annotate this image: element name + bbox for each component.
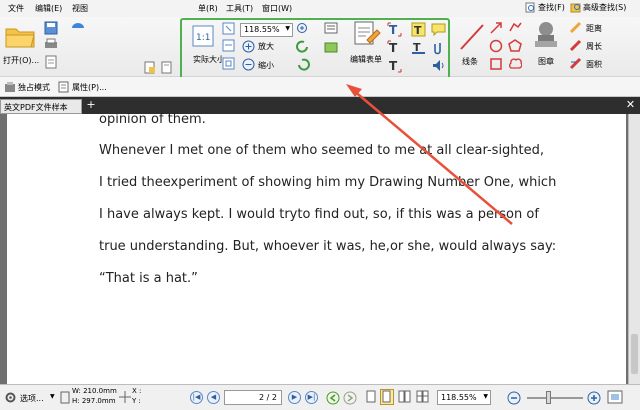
page-number-input[interactable]: 2 / 2 [224,390,282,405]
pdf-page: opinion of them. Whenever I met one of t… [7,112,626,384]
advanced-find-icon [570,2,581,13]
menu-file[interactable]: 文件 [8,3,24,14]
stamp-icon[interactable] [532,20,560,52]
exclusive-mode-icon[interactable] [4,81,16,93]
print-icon[interactable] [44,38,58,50]
cloud-tool-icon[interactable] [508,57,522,71]
select-text-icon[interactable] [143,61,157,75]
advanced-find-label: 高级查找(S) [583,3,627,12]
fit-window-icon[interactable] [607,389,623,405]
first-page-button[interactable]: |◀ [190,391,203,404]
open-label[interactable]: 打开(O)... [3,55,39,66]
facing-pages-icon[interactable] [398,390,412,404]
continuous-facing-icon[interactable] [416,390,430,404]
find-icon [525,2,536,13]
page-height: H: 297.0mm [72,397,116,405]
last-page-button[interactable]: ▶| [305,391,318,404]
area-icon[interactable] [569,57,583,70]
continuous-page-icon[interactable] [380,389,394,405]
options-gear-icon[interactable] [4,391,17,404]
menu-view[interactable]: 视图 [72,3,88,14]
polygon-tool-icon[interactable] [508,39,522,53]
scan-icon[interactable] [70,20,86,32]
perimeter-icon[interactable] [569,39,583,52]
stamp-label[interactable]: 图章 [538,56,554,67]
line-label[interactable]: 线条 [462,56,478,67]
scrollbar-thumb[interactable] [631,334,638,374]
text-line: “That is a hat.” [99,271,198,286]
secondary-toolbar: 独占模式 属性(P)... [0,77,640,97]
text-line: Whenever I met one of them who seemed to… [99,143,545,158]
status-zoom-value: 118.55% [441,393,477,402]
distance-icon[interactable] [569,21,583,34]
properties-label[interactable]: 属性(P)... [72,82,107,93]
menu-form[interactable]: 单(R) [198,3,218,14]
polyline-tool-icon[interactable] [508,21,522,35]
properties-icon[interactable] [58,81,70,93]
previous-page-button[interactable]: ◀ [207,391,220,404]
zoom-slider-track[interactable] [527,397,583,399]
document-icon[interactable] [44,55,58,69]
ellipse-tool-icon[interactable] [489,39,503,53]
page-icon[interactable] [160,61,174,75]
open-folder-icon[interactable] [5,24,35,48]
save-icon[interactable] [44,21,58,35]
cursor-y: Y : [132,397,141,405]
text-line: I have always kept. I would tryto find o… [99,207,539,222]
chevron-down-icon: ▼ [483,393,488,400]
page-width: W: 210.0mm [72,387,117,395]
next-page-button[interactable]: ▶ [288,391,301,404]
status-zoom-input[interactable]: 118.55% ▼ [437,390,491,405]
zoom-in-icon[interactable] [587,391,601,405]
line-tool-icon[interactable] [458,22,486,52]
distance-label[interactable]: 距离 [586,23,602,34]
page-size-icon [60,391,70,404]
cursor-x: X : [132,387,142,395]
menu-tools[interactable]: 工具(T) [226,3,253,14]
page-number-value: 2 / 2 [259,393,277,402]
vertical-scrollbar[interactable] [628,114,640,384]
menu-window[interactable]: 窗口(W) [262,3,292,14]
find-label: 查找(F) [538,3,565,12]
text-line: opinion of them. [99,112,206,127]
area-label[interactable]: 面积 [586,59,602,70]
menu-edit[interactable]: 编辑(E) [35,3,62,14]
new-tab-icon[interactable]: + [85,99,97,111]
document-view: opinion of them. Whenever I met one of t… [0,112,640,384]
back-icon[interactable] [326,391,340,405]
text-line: true understanding. But, whoever it was,… [99,239,557,254]
crosshair-icon [119,391,131,403]
zoom-slider-thumb[interactable] [546,391,551,404]
perimeter-label[interactable]: 周长 [586,41,602,52]
zoom-out-icon[interactable] [507,391,521,405]
document-tab-bar: 英文PDF文件样本 + ✕ [0,97,640,114]
arrow-tool-icon[interactable] [489,21,503,35]
find-button[interactable]: 查找(F) [525,2,565,13]
forward-icon[interactable] [343,391,357,405]
advanced-find-button[interactable]: 高级查找(S) [570,2,626,13]
rectangle-tool-icon[interactable] [489,57,503,71]
options-button[interactable]: 选项... [20,393,44,404]
status-bar: 选项... ▼ W: 210.0mm H: 297.0mm X : Y : |◀… [0,384,640,410]
document-tab[interactable]: 英文PDF文件样本 [0,99,82,114]
close-icon[interactable]: ✕ [624,98,637,111]
document-tab-label: 英文PDF文件样本 [4,103,68,112]
menu-bar: 文件 编辑(E) 视图 单(R) 工具(T) 窗口(W) 查找(F) 高级查找(… [0,0,640,17]
text-line: I tried theexperiment of showing him my … [99,175,557,190]
options-dropdown-icon[interactable]: ▼ [50,393,55,400]
single-page-icon[interactable] [366,390,377,404]
highlight-frame [180,18,450,81]
exclusive-mode-label[interactable]: 独占模式 [18,82,50,93]
